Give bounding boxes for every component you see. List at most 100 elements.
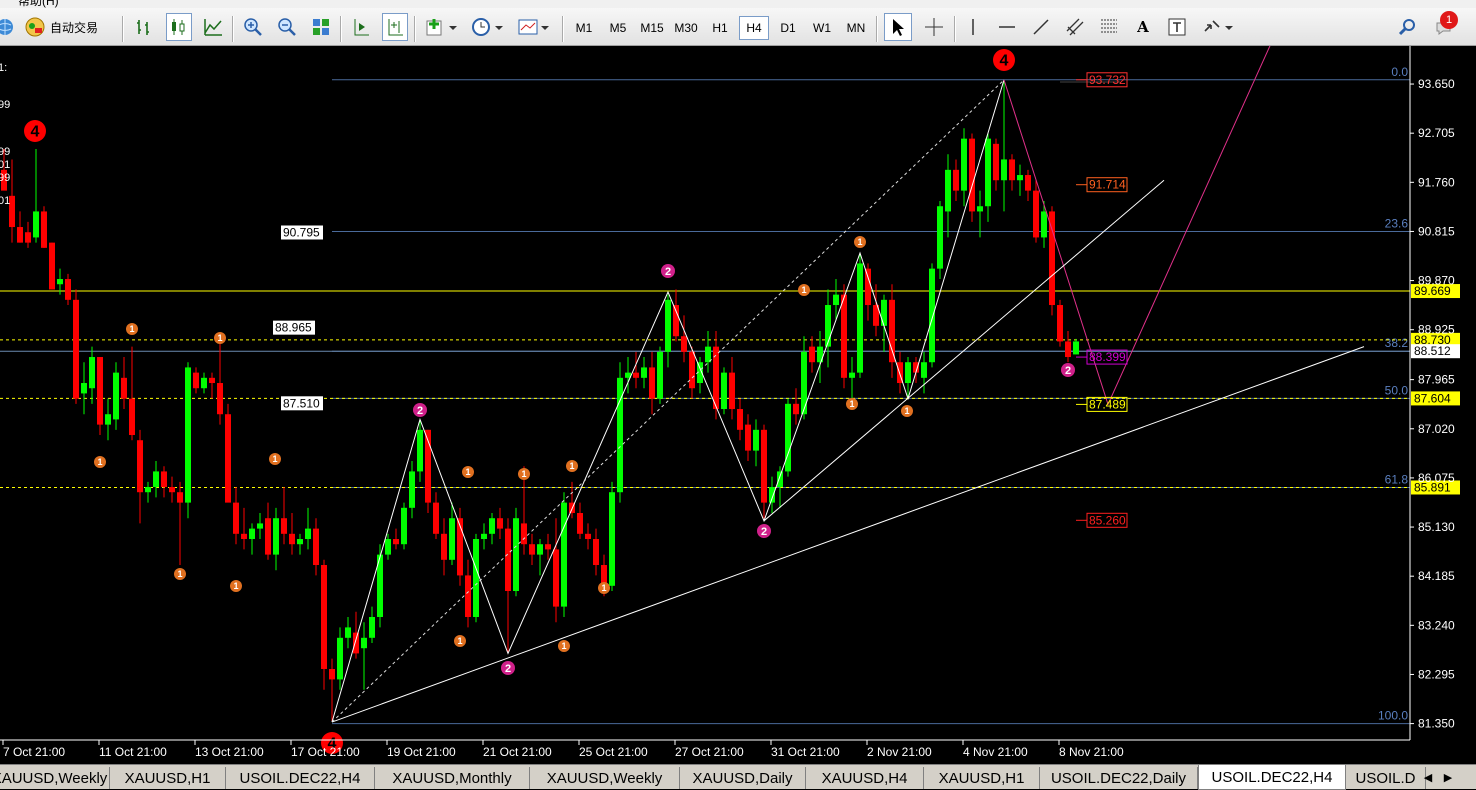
timeframe-h1[interactable]: H1 — [705, 16, 735, 40]
fib-level-label: 23.6 — [1385, 216, 1409, 230]
wave-label-orange: 1 — [230, 580, 242, 592]
notification-badge: 1 — [1440, 11, 1458, 29]
auto-trade-button[interactable]: 自动交易 — [24, 13, 116, 41]
candle — [841, 284, 847, 389]
price-chart[interactable]: 0.0 23.6 38.2 50.0 61.8 100.0 444222221111111… — [0, 0, 1476, 764]
notifications-button[interactable]: 1 — [1428, 11, 1462, 41]
candle-body — [361, 637, 367, 649]
candle-body — [1065, 341, 1071, 358]
chart-tab[interactable]: XAUUSD,H4 — [806, 767, 924, 789]
projection-label-text: 85.260 — [1089, 513, 1126, 527]
chart-tab[interactable]: XAUUSD,Weekly — [0, 767, 110, 789]
chart-tab[interactable]: USOIL.DEC22,H4 — [226, 767, 375, 789]
timeframe-m5[interactable]: M5 — [603, 16, 633, 40]
candle-body — [313, 528, 319, 566]
wave-label-orange: 1 — [798, 284, 810, 296]
timeframe-mn[interactable]: MN — [841, 16, 871, 40]
candle-body — [225, 414, 231, 503]
window-title-strip: 帮助(H) — [0, 0, 1476, 8]
chart-tab[interactable]: USOIL.D — [1346, 767, 1426, 789]
candle-body — [49, 242, 55, 290]
projection-label-text: 91.714 — [1089, 178, 1126, 192]
candle — [73, 289, 79, 404]
tab-scroll-left-icon[interactable]: ◀ — [1418, 767, 1438, 787]
chart-tab[interactable]: XAUUSD,H1 — [110, 767, 226, 789]
horizontal-line-label-text: 88.965 — [275, 321, 312, 335]
wave-label-text: 1 — [904, 406, 909, 416]
text-icon[interactable]: A — [1130, 13, 1156, 41]
bar-chart-icon[interactable] — [132, 13, 158, 41]
wave-label-orange: 1 — [94, 456, 106, 468]
chart-tab[interactable]: XAUUSD,Daily — [680, 767, 806, 789]
candlestick-chart-icon[interactable] — [166, 13, 192, 41]
crosshair-icon[interactable] — [920, 13, 948, 41]
search-icon[interactable] — [1394, 13, 1420, 41]
candle-body — [721, 372, 727, 410]
cursor-icon[interactable] — [884, 13, 912, 41]
candle — [1057, 299, 1063, 347]
equidistant-channel-icon[interactable] — [1062, 13, 1088, 41]
auto-trade-icon — [25, 17, 45, 37]
candle-body — [673, 305, 679, 337]
zoom-out-icon[interactable] — [274, 13, 300, 41]
timeframe-m15[interactable]: M15 — [637, 16, 667, 40]
candle-body — [1017, 175, 1023, 181]
time-tick-label: 31 Oct 21:00 — [771, 745, 840, 759]
candle-body — [257, 523, 263, 529]
time-tick-label: 2 Nov 21:00 — [867, 745, 932, 759]
timeframe-m30[interactable]: M30 — [671, 16, 701, 40]
fibonacci-icon[interactable] — [1096, 13, 1122, 41]
candle-body — [497, 518, 503, 529]
timeframe-h4[interactable]: H4 — [739, 16, 769, 40]
globe-icon[interactable] — [0, 13, 16, 41]
auto-scroll-icon[interactable] — [382, 13, 408, 41]
candle-body — [17, 227, 23, 243]
indicators-dropdown[interactable] — [422, 13, 462, 41]
timeframe-d1[interactable]: D1 — [773, 16, 803, 40]
zoom-in-icon[interactable] — [240, 13, 266, 41]
arrows-dropdown[interactable] — [1198, 13, 1238, 41]
price-axis-tag-text: 88.512 — [1414, 344, 1451, 358]
trendline-icon[interactable] — [1028, 13, 1054, 41]
time-tick-label: 17 Oct 21:00 — [291, 745, 360, 759]
fib-level-label: 0.0 — [1391, 65, 1408, 79]
projection-label-text: 93.732 — [1089, 73, 1126, 87]
timeframe-m1[interactable]: M1 — [569, 16, 599, 40]
chart-tab[interactable]: USOIL.DEC22,Daily — [1040, 767, 1198, 789]
chart-tab[interactable]: XAUUSD,H1 — [924, 767, 1040, 789]
fib-level-label: 61.8 — [1385, 472, 1409, 486]
wave-label-text: 1 — [233, 581, 238, 591]
candle-body — [393, 539, 399, 545]
text-label-icon[interactable] — [1164, 13, 1190, 41]
wave-label-text: 2 — [665, 266, 671, 278]
vertical-line-icon[interactable] — [960, 13, 986, 41]
candle-body — [33, 211, 39, 238]
candle-body — [537, 544, 543, 555]
wave-label-orange: 1 — [174, 568, 186, 580]
wave-label-orange: 1 — [462, 466, 474, 478]
candle-body — [865, 268, 871, 306]
chart-shift-icon[interactable] — [348, 13, 374, 41]
chart-tab[interactable]: USOIL.DEC22,H4 — [1198, 765, 1346, 790]
wave-label-text: 2 — [417, 405, 423, 417]
chart-tab[interactable]: XAUUSD,Monthly — [375, 767, 530, 789]
candle-body — [505, 528, 511, 592]
candle-body — [177, 492, 183, 503]
wave-label-magenta: 2 — [757, 524, 771, 538]
left-clipped-label: 99 — [0, 146, 10, 158]
candle-body — [137, 440, 143, 493]
price-tick-label: 88.925 — [1418, 323, 1455, 337]
horizontal-line-icon[interactable] — [994, 13, 1020, 41]
candle-body — [241, 533, 247, 540]
price-tick-label: 83.240 — [1418, 618, 1455, 632]
tab-scroll-right-icon[interactable]: ▶ — [1438, 767, 1458, 787]
tile-windows-icon[interactable] — [308, 13, 334, 41]
periods-clock-dropdown[interactable] — [468, 13, 508, 41]
templates-dropdown[interactable] — [514, 13, 554, 41]
timeframe-w1[interactable]: W1 — [807, 16, 837, 40]
line-chart-icon[interactable] — [200, 13, 226, 41]
candle-body — [297, 539, 303, 545]
chart-tab[interactable]: XAUUSD,Weekly — [530, 767, 680, 789]
chart-canvas[interactable]: 0.023.638.250.061.8100.0 444222221111111… — [0, 0, 1476, 764]
time-tick-label: 25 Oct 21:00 — [579, 745, 648, 759]
